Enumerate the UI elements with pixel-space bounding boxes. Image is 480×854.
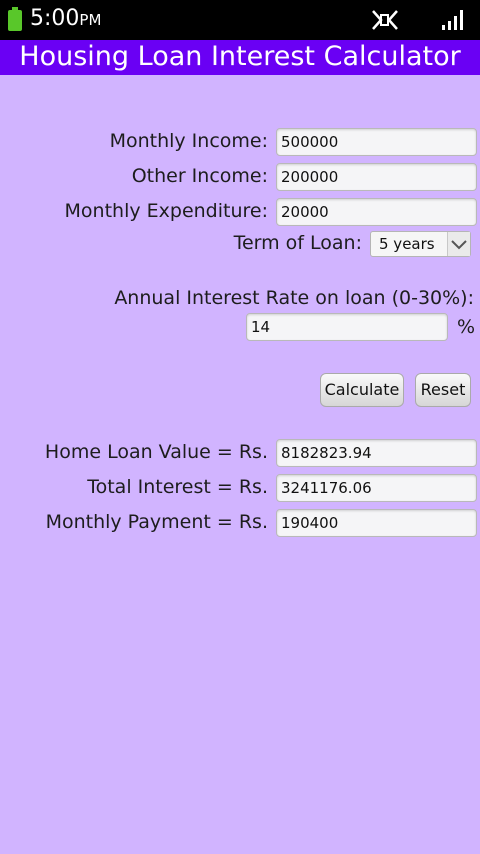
status-time: 5:00PM [30, 6, 101, 33]
monthly-expenditure-input[interactable]: 20000 [276, 198, 477, 226]
status-time-value: 5:00 [30, 6, 80, 31]
home-loan-output[interactable]: 8182823.94 [276, 439, 477, 467]
monthly-payment-label: Monthly Payment = Rs. [45, 511, 268, 533]
monthly-income-label: Monthly Income: [109, 130, 268, 152]
reset-button[interactable]: Reset [415, 373, 471, 407]
app-title: Housing Loan Interest Calculator [0, 40, 480, 75]
mute-icon [372, 10, 398, 30]
total-interest-output[interactable]: 3241176.06 [276, 474, 477, 502]
chevron-down-icon[interactable] [447, 232, 470, 256]
monthly-payment-output[interactable]: 190400 [276, 509, 477, 537]
other-income-label: Other Income: [131, 165, 268, 187]
other-income-input[interactable]: 200000 [276, 163, 477, 191]
interest-rate-input[interactable]: 14 [246, 313, 448, 341]
term-of-loan-value: 5 years [379, 235, 435, 253]
term-of-loan-select[interactable]: 5 years [370, 231, 471, 257]
status-bar: 5:00PM [0, 0, 480, 40]
monthly-expenditure-label: Monthly Expenditure: [64, 200, 268, 222]
signal-icon [442, 10, 463, 30]
term-of-loan-label: Term of Loan: [233, 232, 362, 254]
percent-unit: % [457, 316, 476, 338]
total-interest-label: Total Interest = Rs. [87, 476, 268, 498]
interest-rate-label: Annual Interest Rate on loan (0-30%): [114, 287, 474, 309]
battery-icon [8, 7, 22, 31]
home-loan-label: Home Loan Value = Rs. [44, 441, 268, 463]
status-time-ampm: PM [79, 11, 102, 29]
calculate-button[interactable]: Calculate [320, 373, 404, 407]
monthly-income-input[interactable]: 500000 [276, 128, 477, 156]
